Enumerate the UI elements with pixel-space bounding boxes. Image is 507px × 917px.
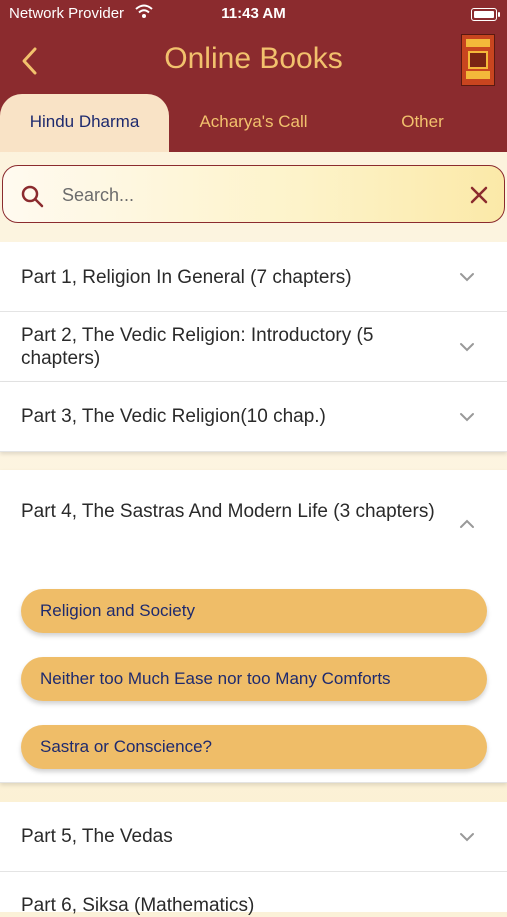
battery-icon xyxy=(471,8,500,21)
search-bar xyxy=(2,165,505,223)
chapter-button[interactable]: Sastra or Conscience? xyxy=(21,725,487,769)
page-title: Online Books xyxy=(164,42,343,75)
tab-bar: Hindu Dharma Acharya's Call Other xyxy=(0,94,507,152)
book-cover-icon[interactable] xyxy=(461,34,495,86)
tab-other[interactable]: Other xyxy=(338,94,507,152)
chevron-up-icon[interactable] xyxy=(458,518,476,530)
chevron-down-icon xyxy=(460,343,474,352)
section-row-part-6[interactable]: Part 6, Siksa (Mathematics) xyxy=(0,872,507,916)
section-title: Part 1, Religion In General (7 chapters) xyxy=(21,267,352,288)
app-header: Network Provider 11:43 AM Online Books H… xyxy=(0,0,507,152)
chapter-label: Neither too Much Ease nor too Many Comfo… xyxy=(40,669,391,688)
section-row-part-2[interactable]: Part 2, The Vedic Religion: Introductory… xyxy=(0,312,507,382)
chevron-down-icon xyxy=(460,413,474,422)
chapter-label: Religion and Society xyxy=(40,601,195,620)
section-row-part-5[interactable]: Part 5, The Vedas xyxy=(0,802,507,872)
chapter-button[interactable]: Religion and Society xyxy=(21,589,487,633)
section-title: Part 2, The Vedic Religion: Introductory… xyxy=(21,325,374,369)
chapter-button[interactable]: Neither too Much Ease nor too Many Comfo… xyxy=(21,657,487,701)
search-icon xyxy=(21,185,44,208)
tab-acharyas-call[interactable]: Acharya's Call xyxy=(169,94,338,152)
chapter-label: Sastra or Conscience? xyxy=(40,737,212,756)
section-title: Part 6, Siksa (Mathematics) xyxy=(21,895,255,916)
section-row-part-1[interactable]: Part 1, Religion In General (7 chapters) xyxy=(0,242,507,312)
status-time: 11:43 AM xyxy=(221,5,286,22)
section-title: Part 5, The Vedas xyxy=(21,826,173,847)
status-bar: Network Provider 11:43 AM xyxy=(0,0,507,28)
section-title: Part 3, The Vedic Religion(10 chap.) xyxy=(21,406,326,427)
chevron-down-icon xyxy=(460,273,474,282)
close-icon[interactable] xyxy=(469,185,489,205)
chevron-down-icon xyxy=(460,833,474,842)
section-title[interactable]: Part 4, The Sastras And Modern Life (3 c… xyxy=(21,500,437,523)
section-row-part-3[interactable]: Part 3, The Vedic Religion(10 chap.) xyxy=(0,382,507,452)
tab-hindu-dharma[interactable]: Hindu Dharma xyxy=(0,94,169,152)
section-row-part-4-expanded: Part 4, The Sastras And Modern Life (3 c… xyxy=(0,470,507,783)
search-input[interactable] xyxy=(60,178,444,212)
